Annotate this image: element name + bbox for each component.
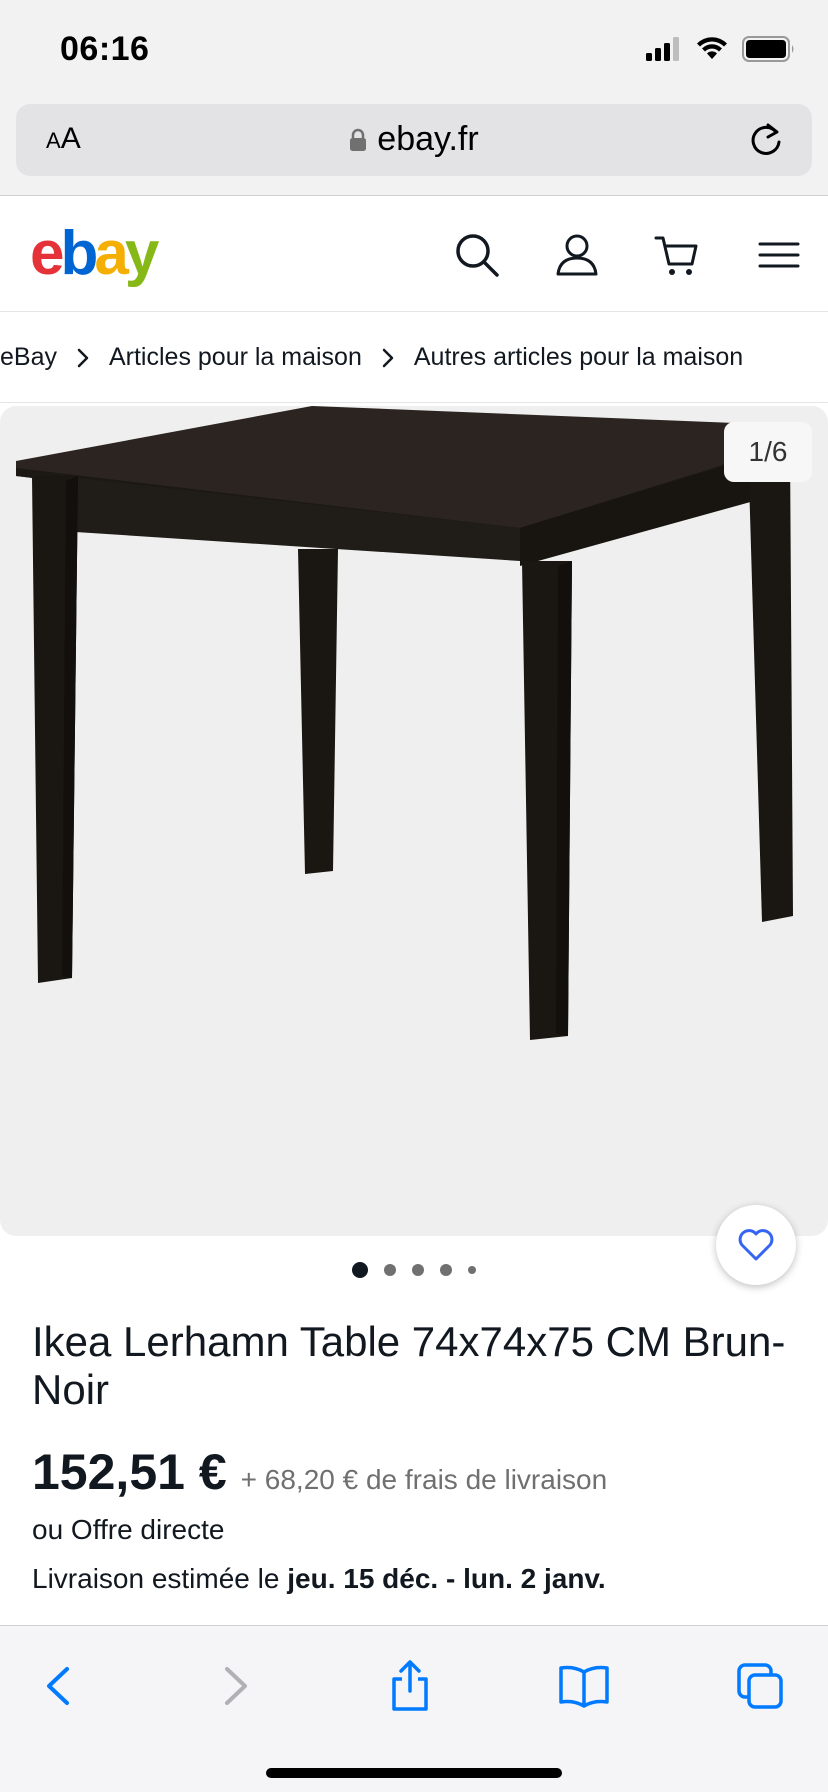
- tabs-icon: [737, 1663, 783, 1709]
- best-offer-label: ou Offre directe: [32, 1514, 225, 1545]
- browser-toolbar: [0, 1625, 828, 1792]
- pagination-dot[interactable]: [412, 1264, 424, 1276]
- shipping-cost: + 68,20 € de frais de livraison: [240, 1464, 608, 1495]
- chevron-right-icon: [225, 1667, 247, 1705]
- forward-button[interactable]: [206, 1656, 266, 1716]
- share-button[interactable]: [380, 1656, 440, 1716]
- pagination-dot[interactable]: [440, 1264, 452, 1276]
- status-bar: 06:16: [0, 0, 828, 98]
- product-image-gallery[interactable]: 1/6: [0, 406, 828, 1236]
- price: 152,51 €: [32, 1444, 227, 1500]
- price-row: 152,51 € + 68,20 € de frais de livraison: [32, 1443, 607, 1501]
- site-header: ebay: [0, 196, 828, 312]
- breadcrumb-item-ebay[interactable]: eBay: [0, 343, 57, 372]
- pagination-dot[interactable]: [468, 1266, 476, 1274]
- url-text: ebay.fr: [377, 120, 479, 158]
- share-icon: [392, 1660, 428, 1711]
- logo-letter-b: b: [60, 219, 98, 288]
- status-time: 06:16: [60, 30, 150, 68]
- url-display[interactable]: ebay.fr: [16, 120, 812, 159]
- breadcrumb-item-other-home-articles[interactable]: Autres articles pour la maison: [414, 343, 743, 372]
- wifi-icon: [697, 37, 727, 59]
- pagination-dot-active[interactable]: [352, 1262, 368, 1278]
- estimated-delivery: Livraison estimée le jeu. 15 déc. - lun.…: [32, 1563, 606, 1595]
- home-indicator: [266, 1768, 562, 1778]
- chevron-right-icon: [77, 348, 89, 368]
- breadcrumb-item-home-articles[interactable]: Articles pour la maison: [109, 343, 362, 372]
- listing-title: Ikea Lerhamn Table 74x74x75 CM Brun-Noir: [32, 1318, 786, 1413]
- status-icons: [646, 36, 796, 62]
- gallery-pagination: [0, 1262, 828, 1278]
- image-counter: 1/6: [724, 422, 812, 482]
- lock-icon: [350, 128, 367, 151]
- logo-letter-a: a: [94, 219, 129, 288]
- ebay-logo[interactable]: ebay: [30, 218, 160, 289]
- pagination-dot[interactable]: [384, 1264, 396, 1276]
- menu-icon[interactable]: [756, 232, 802, 278]
- chevron-left-icon: [47, 1667, 69, 1705]
- cart-icon[interactable]: [654, 232, 700, 278]
- logo-letter-e: e: [30, 219, 65, 288]
- chevron-right-icon: [382, 348, 394, 368]
- bookmarks-button[interactable]: [554, 1656, 614, 1716]
- heart-icon: [738, 1229, 774, 1261]
- book-icon: [559, 1665, 609, 1708]
- search-icon[interactable]: [454, 232, 500, 278]
- address-bar[interactable]: AA ebay.fr: [16, 104, 812, 176]
- delivery-prefix: Livraison estimée le: [32, 1563, 288, 1594]
- account-icon[interactable]: [554, 232, 600, 278]
- product-image: [16, 406, 810, 1040]
- browser-address-area: AA ebay.fr: [0, 98, 828, 196]
- signal-icon: [646, 37, 679, 61]
- reload-icon[interactable]: [746, 120, 786, 160]
- battery-icon: [742, 36, 794, 62]
- logo-letter-y: y: [124, 219, 160, 288]
- back-button[interactable]: [28, 1656, 88, 1716]
- delivery-dates: jeu. 15 déc. - lun. 2 janv.: [287, 1563, 606, 1594]
- tabs-button[interactable]: [730, 1656, 790, 1716]
- breadcrumb: eBay Articles pour la maison Autres arti…: [0, 313, 828, 403]
